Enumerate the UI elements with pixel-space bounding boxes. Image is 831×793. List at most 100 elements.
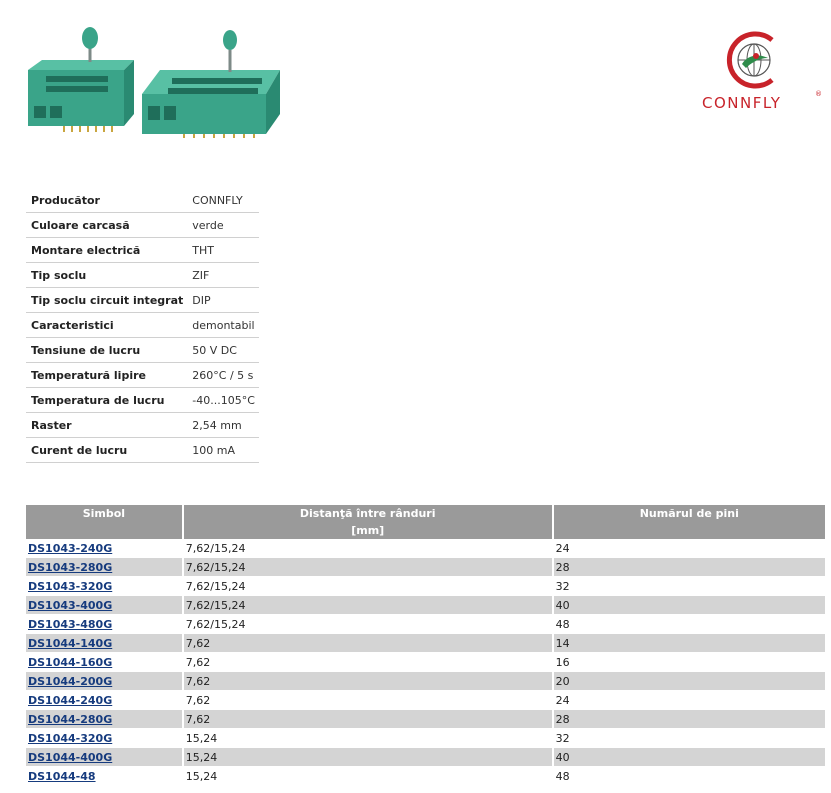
spacing-cell: 7,62 <box>183 691 554 710</box>
spec-label: Curent de lucru <box>26 437 188 463</box>
symbol-cell: DS1044-400G <box>26 748 184 767</box>
product-link[interactable]: DS1044-240G <box>28 694 112 707</box>
spec-label: Tensiune de lucru <box>26 337 188 363</box>
spacing-cell: 7,62 <box>183 672 554 691</box>
symbol-cell: DS1044-140G <box>26 634 184 653</box>
spacing-cell: 7,62/15,24 <box>183 558 554 577</box>
header-spacing-unit: [mm] <box>183 522 554 539</box>
specs-table: Producător CONNFLY Culoare carcasă verde Mon… <box>26 188 259 463</box>
spec-row: Raster 2,54 mm <box>26 412 259 438</box>
table-row: DS1044-280G 7,62 28 <box>26 710 825 729</box>
symbol-cell: DS1044-280G <box>26 710 184 729</box>
pins-cell: 24 <box>553 539 825 558</box>
table-row: DS1044-240G 7,62 24 <box>26 691 825 710</box>
pins-cell: 32 <box>553 729 825 748</box>
pins-cell: 16 <box>553 653 825 672</box>
spec-label: Tip soclu circuit integrat <box>26 287 188 313</box>
spacing-cell: 7,62 <box>183 653 554 672</box>
pins-cell: 40 <box>553 748 825 767</box>
spacing-cell: 15,24 <box>183 729 554 748</box>
pins-cell: 48 <box>553 767 825 786</box>
product-link[interactable]: DS1044-140G <box>28 637 112 650</box>
product-link[interactable]: DS1043-320G <box>28 580 112 593</box>
product-link[interactable]: DS1043-480G <box>28 618 112 631</box>
table-row: DS1044-320G 15,24 32 <box>26 729 825 748</box>
table-row: DS1044-200G 7,62 20 <box>26 672 825 691</box>
pins-cell: 20 <box>553 672 825 691</box>
pins-cell: 24 <box>553 691 825 710</box>
spec-label: Temperatură lipire <box>26 362 188 388</box>
table-row: DS1044-48 15,24 48 <box>26 767 825 786</box>
pins-cell: 40 <box>553 596 825 615</box>
table-row: DS1044-140G 7,62 14 <box>26 634 825 653</box>
spec-label: Tip soclu <box>26 262 188 288</box>
spec-value: -40...105°C <box>187 387 259 413</box>
product-link[interactable]: DS1044-48 <box>28 770 96 783</box>
spacing-cell: 7,62 <box>183 634 554 653</box>
product-link[interactable]: DS1043-280G <box>28 561 112 574</box>
spec-value: 2,54 mm <box>187 412 259 438</box>
spec-row: Temperatură lipire 260°C / 5 s <box>26 362 259 388</box>
product-link[interactable]: DS1044-200G <box>28 675 112 688</box>
zif-socket-large-icon <box>142 30 280 138</box>
spec-label: Caracteristici <box>26 312 188 338</box>
symbol-cell: DS1044-200G <box>26 672 184 691</box>
spacing-cell: 7,62/15,24 <box>183 615 554 634</box>
spec-row: Tip soclu ZIF <box>26 262 259 288</box>
product-link[interactable]: DS1043-400G <box>28 599 112 612</box>
product-link[interactable]: DS1043-240G <box>28 542 112 555</box>
table-row: DS1043-240G 7,62/15,24 24 <box>26 539 825 558</box>
spec-value: verde <box>187 212 259 238</box>
spec-row: Culoare carcasă verde <box>26 212 259 238</box>
pins-cell: 28 <box>553 710 825 729</box>
table-row: DS1044-400G 15,24 40 <box>26 748 825 767</box>
spec-label: Montare electrică <box>26 237 188 263</box>
symbol-cell: DS1044-160G <box>26 653 184 672</box>
header-symbol: Simbol <box>26 505 184 522</box>
table-row: DS1043-400G 7,62/15,24 40 <box>26 596 825 615</box>
spacing-cell: 15,24 <box>183 767 554 786</box>
spacing-cell: 7,62/15,24 <box>183 539 554 558</box>
spec-value: 50 V DC <box>187 337 259 363</box>
spec-row: Curent de lucru 100 mA <box>26 437 259 463</box>
spacing-cell: 7,62/15,24 <box>183 596 554 615</box>
product-images <box>28 27 280 138</box>
symbol-cell: DS1044-320G <box>26 729 184 748</box>
product-link[interactable]: DS1044-280G <box>28 713 112 726</box>
table-row: DS1044-160G 7,62 16 <box>26 653 825 672</box>
pins-cell: 32 <box>553 577 825 596</box>
brand-name: CONNFLY <box>702 94 782 112</box>
product-link[interactable]: DS1044-400G <box>28 751 112 764</box>
spacing-cell: 7,62/15,24 <box>183 577 554 596</box>
header-blank <box>553 522 825 539</box>
symbol-cell: DS1043-280G <box>26 558 184 577</box>
table-row: DS1043-280G 7,62/15,24 28 <box>26 558 825 577</box>
spec-row: Montare electrică THT <box>26 237 259 263</box>
spec-value: 100 mA <box>187 437 259 463</box>
pins-cell: 14 <box>553 634 825 653</box>
symbol-cell: DS1043-480G <box>26 615 184 634</box>
symbol-cell: DS1044-48 <box>26 767 184 786</box>
product-link[interactable]: DS1044-320G <box>28 732 112 745</box>
spec-value: CONNFLY <box>187 188 259 213</box>
spacing-cell: 7,62 <box>183 710 554 729</box>
header-pins: Numărul de pini <box>553 505 825 522</box>
brand-logo: CONNFLY ® <box>702 28 822 118</box>
symbol-cell: DS1043-240G <box>26 539 184 558</box>
spacing-cell: 15,24 <box>183 748 554 767</box>
spec-row: Caracteristici demontabil <box>26 312 259 338</box>
table-row: DS1043-480G 7,62/15,24 48 <box>26 615 825 634</box>
spec-label: Culoare carcasă <box>26 212 188 238</box>
pins-cell: 48 <box>553 615 825 634</box>
spec-row: Producător CONNFLY <box>26 188 259 213</box>
spec-value: DIP <box>187 287 259 313</box>
symbol-cell: DS1043-320G <box>26 577 184 596</box>
spec-row: Tensiune de lucru 50 V DC <box>26 337 259 363</box>
spec-value: THT <box>187 237 259 263</box>
product-link[interactable]: DS1044-160G <box>28 656 112 669</box>
globe-logo-icon <box>726 31 774 89</box>
pins-cell: 28 <box>553 558 825 577</box>
table-row: DS1043-320G 7,62/15,24 32 <box>26 577 825 596</box>
zif-socket-small-icon <box>28 27 134 132</box>
symbol-cell: DS1044-240G <box>26 691 184 710</box>
